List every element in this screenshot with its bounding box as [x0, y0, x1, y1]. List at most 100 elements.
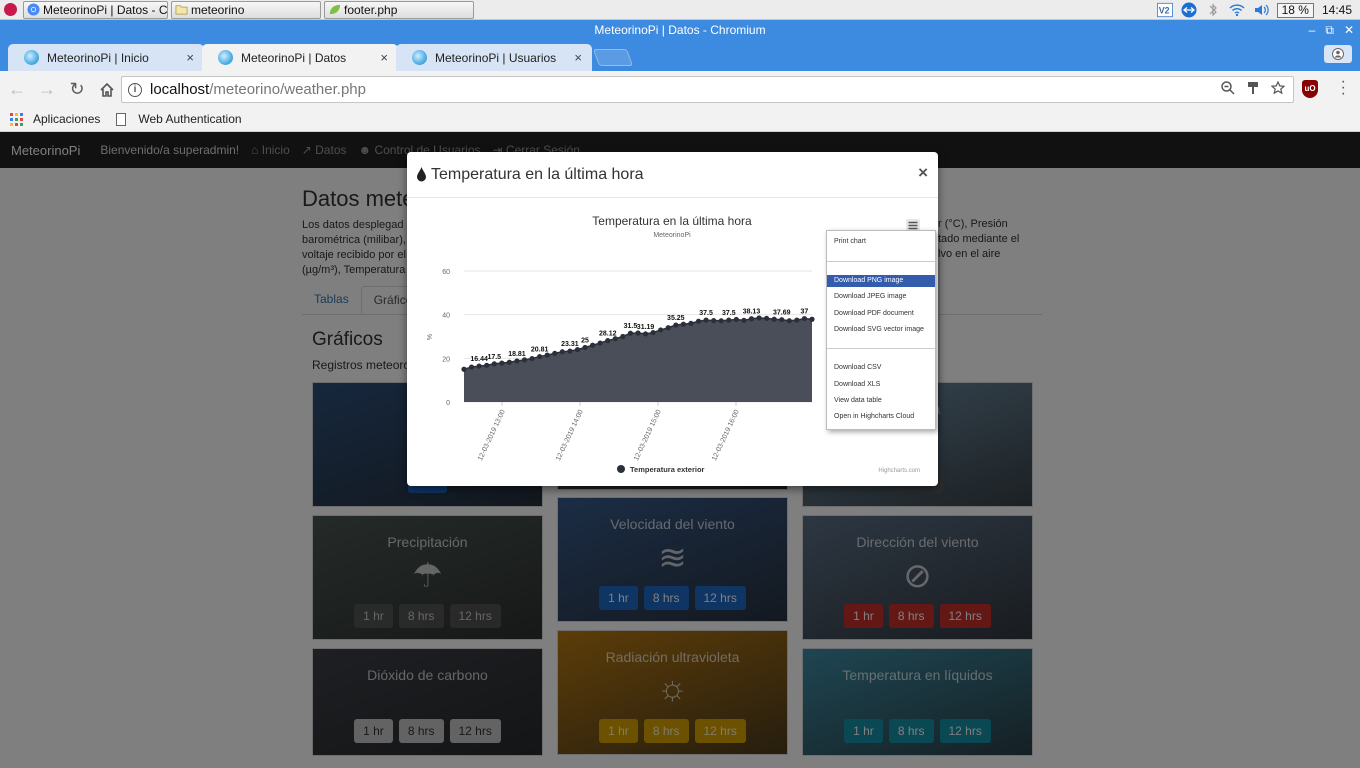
- meteorino-favicon-icon: [218, 50, 233, 65]
- chart-container: Temperatura en la última hora MeteorinoP…: [422, 209, 936, 477]
- y-tick-label: 40: [442, 313, 450, 320]
- data-point: [567, 348, 573, 354]
- data-point: [476, 363, 482, 369]
- menu-download-csv[interactable]: Download CSV: [827, 362, 935, 374]
- data-point: [658, 327, 664, 333]
- data-point: [514, 358, 520, 364]
- data-point: [779, 317, 785, 323]
- x-tick-label: 12-03-2019 15:00: [633, 409, 663, 462]
- taskbar-clock[interactable]: 14:45: [1322, 3, 1352, 17]
- forward-button[interactable]: →: [34, 76, 60, 102]
- data-label: 35.25: [667, 315, 685, 322]
- bookmark-apps[interactable]: Aplicaciones: [10, 112, 100, 126]
- chart-export-menu: Print chart Download PNG image Download …: [826, 230, 936, 430]
- data-point: [582, 344, 588, 351]
- zoom-icon[interactable]: [1221, 81, 1235, 95]
- data-label: 37.69: [773, 310, 791, 317]
- window-titlebar: MeteorinoPi | Datos - Chromium – ⧉ ✕: [0, 20, 1360, 41]
- ublock-icon[interactable]: uO: [1302, 80, 1318, 98]
- new-tab-button[interactable]: [592, 49, 634, 66]
- tab-close-icon[interactable]: ×: [574, 50, 582, 65]
- data-label: 17.5: [487, 354, 501, 361]
- system-tray: V2 18 % 14:45: [1156, 0, 1360, 20]
- data-point: [537, 353, 543, 360]
- maximize-button[interactable]: ⧉: [1325, 20, 1334, 41]
- data-point: [468, 364, 475, 370]
- close-window-button[interactable]: ✕: [1344, 20, 1354, 41]
- vnc-icon[interactable]: V2: [1156, 2, 1173, 18]
- tab-usuarios[interactable]: MeteorinoPi | Usuarios ×: [396, 44, 592, 71]
- profile-button[interactable]: [1324, 45, 1352, 63]
- taskbar-task-editor[interactable]: footer.php: [324, 0, 474, 19]
- tab-inicio[interactable]: MeteorinoPi | Inicio ×: [8, 44, 204, 71]
- bookmark-web-authentication[interactable]: Web Authentication: [116, 112, 242, 126]
- menu-download-pdf[interactable]: Download PDF document: [827, 308, 935, 320]
- data-point: [748, 316, 755, 322]
- chart-credits[interactable]: Highcharts.com: [878, 468, 920, 474]
- meteorino-favicon-icon: [24, 50, 39, 65]
- teamviewer-icon[interactable]: [1181, 2, 1197, 18]
- menu-print-chart[interactable]: Print chart: [827, 236, 935, 248]
- menu-download-png[interactable]: Download PNG image: [827, 275, 935, 287]
- x-tick-label: 12-03-2019 13:00: [477, 409, 507, 462]
- data-point: [688, 320, 694, 326]
- key-icon[interactable]: [1247, 81, 1259, 95]
- data-point: [627, 330, 634, 336]
- chrome-menu-icon[interactable]: · · ·: [1341, 74, 1346, 102]
- bookmark-star-icon[interactable]: [1271, 81, 1285, 95]
- data-point: [673, 322, 679, 328]
- taskbar-task-chromium[interactable]: MeteorinoPi | Datos - Ch...: [23, 0, 168, 19]
- legend-marker: [617, 465, 625, 473]
- menu-download-svg[interactable]: Download SVG vector image: [827, 324, 935, 336]
- web-page: MeteorinoPi Bienvenido/a superadmin! ⌂ I…: [0, 132, 1360, 768]
- menu-download-xls[interactable]: Download XLS: [827, 379, 935, 391]
- data-point: [499, 360, 505, 366]
- address-bar[interactable]: i localhost/meteorino/weather.php: [121, 76, 1294, 103]
- data-label: 25: [581, 337, 589, 344]
- page-icon: [116, 112, 127, 126]
- raspberry-menu-icon[interactable]: [0, 0, 20, 20]
- data-point: [786, 318, 792, 324]
- reload-button[interactable]: ↻: [64, 76, 90, 102]
- menu-view-data-table[interactable]: View data table: [827, 395, 935, 407]
- x-tick-label: 12-03-2019 16:00: [711, 409, 741, 462]
- bluetooth-icon[interactable]: [1205, 2, 1221, 18]
- volume-icon[interactable]: [1253, 2, 1269, 18]
- data-label: 31.19: [637, 324, 655, 331]
- menu-download-jpeg[interactable]: Download JPEG image: [827, 291, 935, 303]
- tab-datos[interactable]: MeteorinoPi | Datos ×: [202, 44, 398, 71]
- battery-indicator[interactable]: 18 %: [1276, 2, 1314, 18]
- data-point: [642, 331, 649, 337]
- modal-close-button[interactable]: ×: [918, 163, 928, 183]
- home-button[interactable]: [94, 76, 120, 102]
- data-point: [718, 318, 724, 324]
- data-point: [590, 342, 596, 348]
- data-point: [529, 355, 535, 362]
- data-point: [491, 361, 497, 367]
- tab-strip: MeteorinoPi | Inicio × MeteorinoPi | Dat…: [0, 41, 1360, 71]
- minimize-button[interactable]: –: [1309, 20, 1316, 41]
- back-button[interactable]: ←: [4, 76, 30, 102]
- menu-open-highcharts-cloud[interactable]: Open in Highcharts Cloud: [827, 411, 935, 423]
- menu-separator: [827, 348, 935, 349]
- wifi-icon[interactable]: [1229, 2, 1245, 18]
- data-point: [771, 316, 777, 322]
- apps-grid-icon: [10, 112, 23, 126]
- data-label: 18.81: [508, 351, 526, 358]
- taskbar-task-folder[interactable]: meteorino: [171, 0, 321, 19]
- data-point: [559, 349, 565, 355]
- info-icon[interactable]: i: [128, 82, 142, 97]
- tab-label: MeteorinoPi | Usuarios: [435, 50, 557, 65]
- tab-close-icon[interactable]: ×: [186, 50, 194, 65]
- browser-toolbar: ← → ↻ i localhost/meteorino/weather.php …: [0, 71, 1360, 107]
- data-point: [711, 317, 717, 324]
- data-point: [695, 318, 702, 324]
- tab-label: MeteorinoPi | Datos: [241, 50, 347, 65]
- tab-close-icon[interactable]: ×: [380, 50, 388, 65]
- chart-modal: Temperatura en la última hora × Temperat…: [407, 152, 938, 486]
- url-host: localhost: [150, 81, 210, 98]
- bookmarks-bar: Aplicaciones Web Authentication: [0, 107, 1360, 132]
- data-label: 23.31: [561, 341, 579, 348]
- modal-title: Temperatura en la última hora: [431, 165, 644, 183]
- meteorino-favicon-icon: [412, 50, 427, 65]
